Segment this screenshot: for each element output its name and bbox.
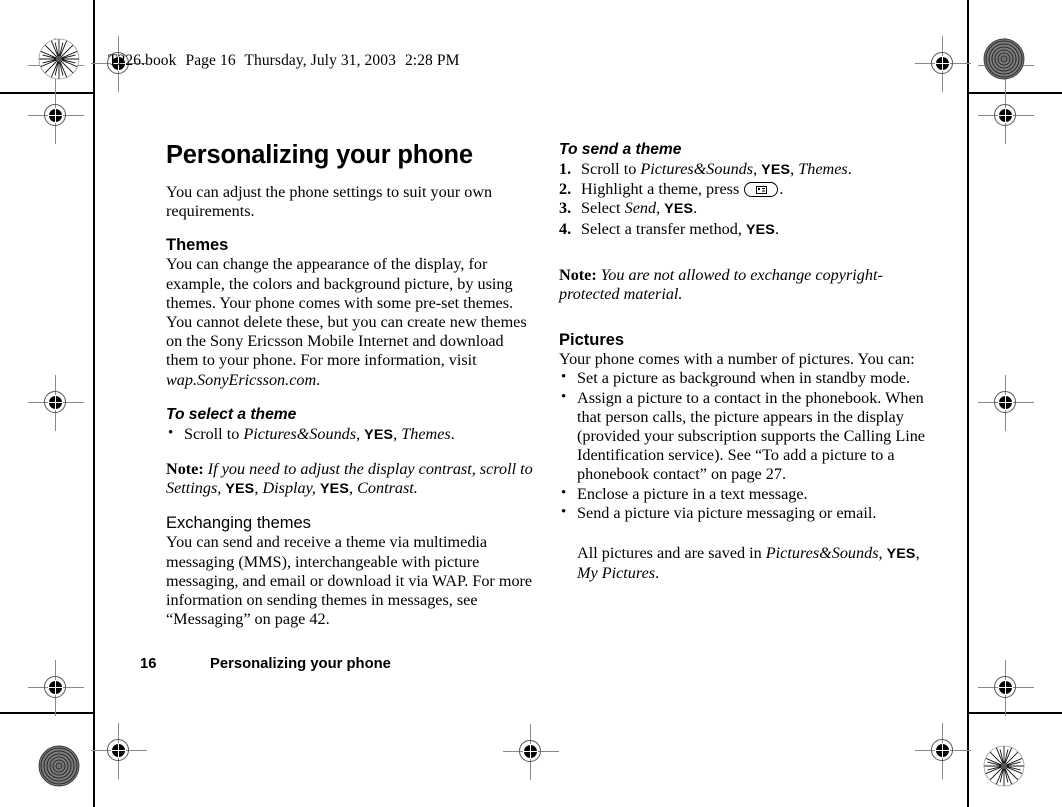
pictures-closing-paragraph: All pictures and are saved in Pictures&S… [559, 544, 931, 583]
registration-mark-top-right-inner [915, 36, 971, 92]
list-item: Assign a picture to a contact in the pho… [559, 388, 931, 485]
menu-path-item: Pictures&Sounds [765, 544, 879, 563]
step-text-pre: Select a transfer method, [581, 219, 746, 238]
list-item: Enclose a picture in a text message. [559, 484, 931, 504]
list-item: Set a picture as background when in stan… [559, 368, 931, 388]
registration-mark-middle-right [978, 375, 1034, 431]
select-theme-bullet-list: Scroll to Pictures&Sounds, YES, Themes. [166, 424, 538, 445]
registration-mark-bottom-center [503, 724, 559, 780]
section-heading-pictures: Pictures [559, 331, 625, 350]
softkey-label: YES [761, 162, 791, 178]
themes-paragraph: You can change the appearance of the dis… [166, 255, 538, 389]
note-text-part3: , Contrast. [349, 479, 418, 498]
note-block-copyright: Note: You are not allowed to exchange co… [559, 266, 931, 304]
halftone-target-bottom-right [983, 745, 1025, 787]
registration-mark-lower-right-edge [978, 660, 1034, 716]
halftone-target-bottom-left [38, 745, 80, 787]
menu-path-item: Pictures&Sounds [243, 424, 357, 443]
note-label: Note: [166, 460, 204, 479]
step-end: . [779, 180, 784, 199]
send-theme-step-list: Scroll to Pictures&Sounds, YES, Themes. … [559, 160, 931, 240]
softkey-label: YES [364, 426, 394, 443]
softkey-label: YES [664, 201, 694, 218]
step-end: . [847, 160, 852, 178]
pictures-bullet-list: Set a picture as background when in stan… [559, 368, 931, 523]
closing-sep: , [878, 544, 887, 563]
themes-paragraph-text: You can change the appearance of the dis… [166, 255, 527, 370]
menu-path-item: Pictures&Sounds [640, 160, 754, 178]
page-footer: 16 Personalizing your phone [140, 656, 391, 672]
registration-mark-lower-left-edge [28, 660, 84, 716]
footer-page-number: 16 [140, 656, 157, 672]
softkey-label: YES [320, 481, 350, 498]
themes-url: wap.SonyEricsson.com [166, 370, 317, 389]
list-item: Scroll to Pictures&Sounds, YES, Themes. [559, 160, 931, 180]
registration-mark-upper-left-edge [28, 88, 84, 144]
step-end: . [450, 424, 455, 443]
step-end: . [693, 199, 698, 218]
step-text-pre: Select [581, 199, 625, 218]
softkey-label: YES [225, 481, 255, 498]
step-sep: , [753, 160, 762, 178]
halftone-target-top-right [983, 38, 1025, 80]
closing-end: . [655, 564, 660, 583]
themes-paragraph-period: . [316, 370, 321, 389]
page-title: Personalizing your phone [166, 141, 473, 169]
note-label: Note: [559, 265, 597, 284]
softkey-label: YES [886, 546, 916, 563]
sheet-header-line: T226.book Page 16 Thursday, July 31, 200… [108, 52, 460, 70]
closing-text-pre: All pictures and are saved in [577, 544, 766, 563]
list-item: Highlight a theme, press . [559, 180, 931, 199]
note-block-contrast: Note: If you need to adjust the display … [166, 460, 538, 499]
menu-path-item: Themes [798, 160, 848, 178]
sheet-header-time: 2:28 PM [404, 52, 460, 69]
section-heading-themes: Themes [166, 236, 229, 255]
menu-path-item: Themes [401, 424, 451, 443]
registration-mark-middle-left [28, 375, 84, 431]
footer-running-title: Personalizing your phone [210, 656, 391, 672]
procedure-heading-send-theme: To send a theme [559, 141, 682, 158]
halftone-target-top-left [38, 38, 80, 80]
list-item: Select a transfer method, YES. [559, 220, 931, 240]
step-sep: , [356, 424, 365, 443]
step-text-pre: Highlight a theme, press [581, 180, 744, 199]
step-sep: , [656, 199, 665, 218]
step-text-pre: Scroll to [581, 160, 641, 178]
left-text-column: Personalizing your phone You can adjust … [166, 140, 538, 629]
menu-path-item: Send [624, 199, 657, 218]
procedure-heading-select-theme: To select a theme [166, 405, 297, 423]
list-item: Select Send, YES. [559, 199, 931, 219]
registration-mark-bottom-left-inner [91, 723, 147, 779]
menu-path-item: My Pictures [577, 564, 656, 583]
step-text-pre: Scroll to [184, 424, 244, 443]
section-heading-exchanging-themes: Exchanging themes [166, 514, 311, 533]
registration-mark-upper-right-edge [978, 88, 1034, 144]
sheet-header-date: Thursday, July 31, 2003 [244, 52, 396, 69]
sheet-header-pagelabel: Page 16 [185, 52, 236, 69]
pictures-intro-paragraph: Your phone comes with a number of pictur… [559, 350, 915, 369]
intro-paragraph: You can adjust the phone settings to sui… [166, 183, 493, 221]
right-text-column: To send a theme Scroll to Pictures&Sound… [559, 140, 931, 583]
step-end: . [774, 219, 780, 238]
list-item: Scroll to Pictures&Sounds, YES, Themes. [166, 424, 538, 445]
closing-sep: , [915, 544, 920, 563]
registration-mark-bottom-right-inner [915, 723, 971, 779]
note-text: You are not allowed to exchange copyrigh… [559, 265, 883, 304]
sheet-header-filename: T226.book [108, 52, 177, 69]
softkey-label: YES [745, 221, 775, 238]
exchanging-themes-paragraph: You can send and receive a theme via mul… [166, 533, 533, 629]
note-text-part2: , Display, [254, 479, 321, 498]
list-item: Send a picture via picture messaging or … [559, 503, 931, 523]
phone-menu-key-icon [744, 182, 779, 198]
